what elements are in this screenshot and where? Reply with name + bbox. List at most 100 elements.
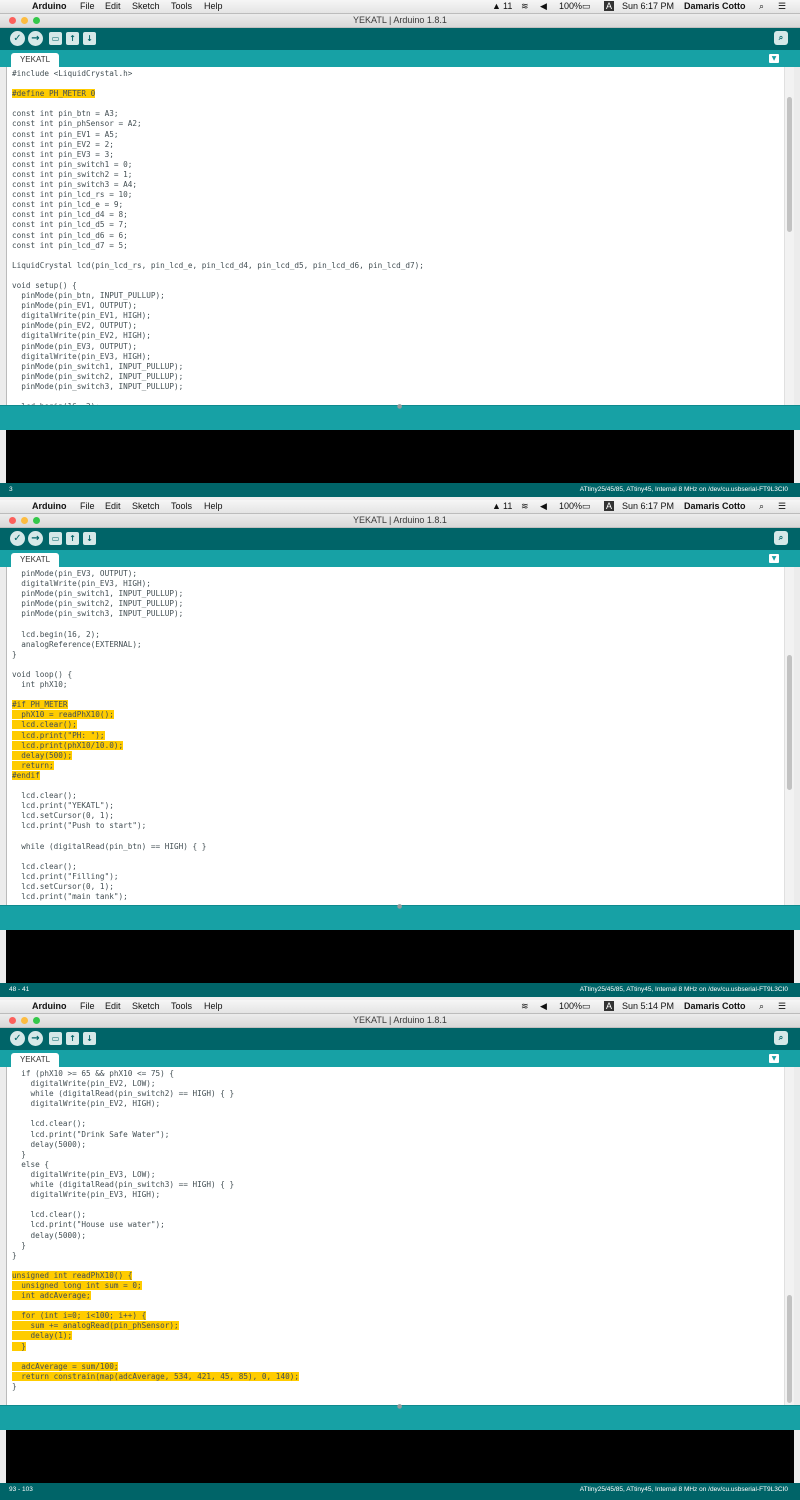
editor-scrollbar[interactable]: [784, 67, 794, 405]
volume-icon[interactable]: ◀: [540, 501, 547, 512]
code-line[interactable]: lcd.print(phX10/10.0);: [12, 740, 206, 751]
serial-monitor-button[interactable]: ⌕: [774, 1031, 788, 1045]
upload-button[interactable]: →: [28, 1031, 43, 1046]
new-sketch-button[interactable]: ▭: [49, 32, 62, 45]
editor-scrollbar[interactable]: [784, 1067, 794, 1405]
code-line[interactable]: return;: [12, 760, 206, 771]
battery-icon[interactable]: ▭: [582, 1001, 591, 1012]
menu-file[interactable]: File: [80, 1001, 95, 1011]
menu-app[interactable]: Arduino: [32, 1001, 67, 1011]
tab-yekatl[interactable]: YEKATL: [11, 553, 59, 567]
menu-sketch[interactable]: Sketch: [132, 1, 160, 11]
code-line[interactable]: }: [12, 1382, 299, 1392]
battery-icon[interactable]: ▭: [582, 501, 591, 512]
input-source-icon[interactable]: A: [604, 1001, 615, 1011]
code-line[interactable]: const int pin_phSensor = A2;: [12, 119, 424, 129]
code-line[interactable]: [12, 690, 206, 700]
menu-edit[interactable]: Edit: [105, 1001, 121, 1011]
code-line[interactable]: const int pin_EV3 = 3;: [12, 150, 424, 160]
notification-icon[interactable]: ☰: [778, 1001, 786, 1012]
code-line[interactable]: unsigned long int sum = 0;: [12, 1280, 299, 1291]
code-editor[interactable]: pinMode(pin_EV3, OUTPUT); digitalWrite(p…: [6, 567, 794, 905]
code-line[interactable]: LiquidCrystal lcd(pin_lcd_rs, pin_lcd_e,…: [12, 261, 424, 271]
code-line[interactable]: pinMode(pin_switch1, INPUT_PULLUP);: [12, 362, 424, 372]
tab-menu-icon[interactable]: ▼: [769, 1054, 779, 1063]
tab-yekatl[interactable]: YEKATL: [11, 1053, 59, 1067]
code-editor[interactable]: #include <LiquidCrystal.h> #define PH_ME…: [6, 67, 794, 405]
console-divider[interactable]: ●: [0, 903, 800, 930]
new-sketch-button[interactable]: ▭: [49, 1032, 62, 1045]
notification-icon[interactable]: ☰: [778, 501, 786, 512]
serial-monitor-button[interactable]: ⌕: [774, 31, 788, 45]
code-line[interactable]: lcd.print("PH: ");: [12, 730, 206, 741]
code-line[interactable]: digitalWrite(pin_EV2, HIGH);: [12, 1099, 299, 1109]
code-line[interactable]: const int pin_lcd_e = 9;: [12, 200, 424, 210]
menu-app[interactable]: Arduino: [32, 501, 67, 511]
code-line[interactable]: #if PH_METER: [12, 700, 206, 710]
code-line[interactable]: const int pin_lcd_d6 = 6;: [12, 231, 424, 241]
upload-button[interactable]: →: [28, 31, 43, 46]
menubar-user[interactable]: Damaris Cotto: [684, 501, 746, 511]
code-line[interactable]: pinMode(pin_EV3, OUTPUT);: [12, 569, 206, 579]
scrollbar-thumb[interactable]: [787, 1295, 792, 1403]
menu-tools[interactable]: Tools: [171, 1, 192, 11]
code-line[interactable]: [12, 1109, 299, 1119]
menubar-user[interactable]: Damaris Cotto: [684, 1, 746, 11]
code-line[interactable]: [12, 831, 206, 841]
wifi-icon[interactable]: ≋: [521, 1, 529, 12]
menubar-clock[interactable]: Sun 6:17 PM: [622, 1, 674, 11]
code-line[interactable]: [12, 271, 424, 281]
code-line[interactable]: pinMode(pin_EV1, OUTPUT);: [12, 301, 424, 311]
code-line[interactable]: int phX10;: [12, 680, 206, 690]
code-line[interactable]: [12, 99, 424, 109]
code-line[interactable]: pinMode(pin_switch1, INPUT_PULLUP);: [12, 589, 206, 599]
tab-yekatl[interactable]: YEKATL: [11, 53, 59, 67]
menu-file[interactable]: File: [80, 501, 95, 511]
code-line[interactable]: pinMode(pin_switch2, INPUT_PULLUP);: [12, 599, 206, 609]
notification-icon[interactable]: ☰: [778, 1, 786, 12]
menu-file[interactable]: File: [80, 1, 95, 11]
menu-help[interactable]: Help: [204, 1001, 223, 1011]
code-line[interactable]: delay(1);: [12, 1331, 299, 1341]
code-editor[interactable]: if (phX10 >= 65 && phX10 <= 75) { digita…: [6, 1067, 794, 1405]
code-line[interactable]: pinMode(pin_switch3, INPUT_PULLUP);: [12, 382, 424, 392]
console-output[interactable]: [6, 930, 794, 983]
save-sketch-button[interactable]: ↓: [83, 1032, 96, 1045]
code-line[interactable]: lcd.clear();: [12, 862, 206, 872]
code-line[interactable]: sum += analogRead(pin_phSensor);: [12, 1321, 299, 1331]
console-output[interactable]: [6, 1430, 794, 1483]
code-line[interactable]: lcd.setCursor(0, 1);: [12, 811, 206, 821]
code-line[interactable]: [12, 251, 424, 261]
code-line[interactable]: digitalWrite(pin_EV2, HIGH);: [12, 331, 424, 341]
tab-menu-icon[interactable]: ▼: [769, 554, 779, 563]
code-line[interactable]: [12, 619, 206, 629]
code-line[interactable]: pinMode(pin_EV3, OUTPUT);: [12, 342, 424, 352]
console-output[interactable]: [6, 430, 794, 483]
code-line[interactable]: [12, 1261, 299, 1271]
code-line[interactable]: else {: [12, 1160, 299, 1170]
code-line[interactable]: [12, 781, 206, 791]
menu-sketch[interactable]: Sketch: [132, 501, 160, 511]
code-line[interactable]: const int pin_lcd_d7 = 5;: [12, 241, 424, 251]
code-text[interactable]: pinMode(pin_EV3, OUTPUT); digitalWrite(p…: [12, 569, 206, 902]
open-sketch-button[interactable]: ↑: [66, 532, 79, 545]
divider-grip-icon[interactable]: ●: [397, 903, 403, 910]
volume-icon[interactable]: ◀: [540, 1, 547, 12]
code-line[interactable]: const int pin_switch3 = A4;: [12, 180, 424, 190]
code-line[interactable]: void setup() {: [12, 281, 424, 291]
divider-grip-icon[interactable]: ●: [397, 403, 403, 410]
code-line[interactable]: int adcAverage;: [12, 1291, 299, 1301]
code-line[interactable]: const int pin_switch1 = 0;: [12, 160, 424, 170]
code-line[interactable]: const int pin_lcd_d5 = 7;: [12, 220, 424, 230]
tab-menu-icon[interactable]: ▼: [769, 54, 779, 63]
code-line[interactable]: lcd.clear();: [12, 720, 206, 730]
code-line[interactable]: delay(5000);: [12, 1231, 299, 1241]
code-line[interactable]: return constrain(map(adcAverage, 534, 42…: [12, 1371, 299, 1382]
code-line[interactable]: lcd.print("Push to start");: [12, 821, 206, 831]
code-line[interactable]: lcd.print("main tank");: [12, 892, 206, 902]
save-sketch-button[interactable]: ↓: [83, 32, 96, 45]
menubar-clock[interactable]: Sun 5:14 PM: [622, 1001, 674, 1011]
code-line[interactable]: }: [12, 1241, 299, 1251]
scrollbar-thumb[interactable]: [787, 655, 792, 790]
code-line[interactable]: if (phX10 >= 65 && phX10 <= 75) {: [12, 1069, 299, 1079]
